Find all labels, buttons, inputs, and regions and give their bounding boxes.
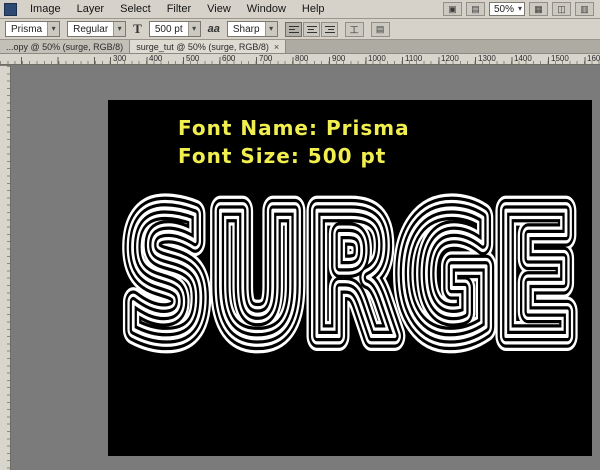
ruler-label: 1300 — [478, 54, 496, 63]
menu-window[interactable]: Window — [239, 1, 294, 17]
ruler-label: 1500 — [551, 54, 569, 63]
workspace: Font Name: Prisma Font Size: 500 pt SURG… — [0, 66, 600, 470]
font-size-icon: T — [133, 21, 142, 37]
tab-title: surge_tut @ 50% (surge, RGB/8) — [136, 42, 269, 52]
launch-bridge-icon[interactable]: ▣ — [443, 2, 462, 16]
horizontal-ruler: 300 400 500 600 700 800 900 1000 1100 12… — [0, 54, 600, 65]
menu-help[interactable]: Help — [294, 1, 333, 17]
font-style-value: Regular — [68, 24, 113, 35]
font-family-value: Prisma — [6, 24, 47, 35]
document-canvas[interactable]: Font Name: Prisma Font Size: 500 pt SURG… — [108, 100, 592, 456]
tab-title: ...opy @ 50% (surge, RGB/8) — [6, 42, 123, 52]
menu-image[interactable]: Image — [22, 1, 69, 17]
chevron-down-icon: ▾ — [113, 22, 125, 36]
menu-filter[interactable]: Filter — [159, 1, 199, 17]
menu-view[interactable]: View — [199, 1, 239, 17]
warp-text-icon[interactable]: 工 — [345, 22, 364, 37]
align-center-button[interactable] — [303, 22, 320, 37]
ruler-label: 700 — [259, 54, 272, 63]
workspace-switcher-icon[interactable]: ▥ — [575, 2, 594, 16]
ruler-label: 500 — [186, 54, 199, 63]
app-bar-tools: ▣ ▤ 50% ▾ ▦ ◫ ▥ — [443, 2, 596, 16]
ruler-label: 1100 — [405, 54, 422, 63]
font-size-select[interactable]: 500 pt ▾ — [149, 21, 201, 37]
vertical-ruler — [0, 66, 11, 470]
svg-text:SURGE: SURGE — [124, 176, 576, 377]
chevron-down-icon: ▾ — [47, 22, 59, 36]
ruler-label: 600 — [222, 54, 235, 63]
align-right-button[interactable] — [321, 22, 338, 37]
align-left-button[interactable] — [285, 22, 302, 37]
annotation-font-name: Font Name: Prisma — [178, 116, 410, 140]
chevron-down-icon: ▾ — [518, 5, 522, 13]
document-tab-active[interactable]: surge_tut @ 50% (surge, RGB/8) × — [130, 40, 286, 53]
menu-bar: Image Layer Select Filter View Window He… — [0, 0, 600, 19]
ruler-label: 300 — [113, 54, 126, 63]
photoshop-window: Image Layer Select Filter View Window He… — [0, 0, 600, 470]
chevron-down-icon: ▾ — [265, 22, 277, 36]
font-family-select[interactable]: Prisma ▾ — [5, 21, 60, 37]
zoom-level-value: 50% — [494, 4, 514, 15]
ruler-label: 400 — [149, 54, 162, 63]
arrange-documents-icon[interactable]: ▦ — [529, 2, 548, 16]
ruler-label: 900 — [332, 54, 345, 63]
toggle-palettes-icon[interactable]: ▤ — [371, 22, 390, 37]
screen-mode-icon[interactable]: ◫ — [552, 2, 571, 16]
menu-layer[interactable]: Layer — [69, 1, 113, 17]
options-bar: Prisma ▾ Regular ▾ T 500 pt ▾ aa Sharp ▾… — [0, 19, 600, 40]
zoom-level-input[interactable]: 50% ▾ — [489, 2, 525, 16]
ruler-label: 1600 — [587, 54, 600, 63]
document-tab-inactive[interactable]: ...opy @ 50% (surge, RGB/8) — [0, 40, 130, 53]
text-align-group — [285, 22, 338, 37]
font-style-select[interactable]: Regular ▾ — [67, 21, 126, 37]
anti-alias-select[interactable]: Sharp ▾ — [227, 21, 278, 37]
ruler-label: 1400 — [514, 54, 532, 63]
document-tab-bar: ...opy @ 50% (surge, RGB/8) surge_tut @ … — [0, 40, 600, 54]
anti-alias-icon: aa — [208, 23, 220, 35]
annotation-font-size: Font Size: 500 pt — [178, 144, 386, 168]
ruler-label: 1200 — [441, 54, 459, 63]
app-icon — [4, 3, 17, 16]
close-icon[interactable]: × — [274, 42, 279, 52]
font-size-value: 500 pt — [150, 24, 188, 35]
chevron-down-icon: ▾ — [188, 22, 200, 36]
menu-select[interactable]: Select — [112, 1, 159, 17]
view-extras-icon[interactable]: ▤ — [466, 2, 485, 16]
anti-alias-value: Sharp — [228, 24, 265, 35]
ruler-label: 1000 — [368, 54, 386, 63]
ruler-label: 800 — [295, 54, 308, 63]
headline-text-art: SURGE SURGE SURGE SURGE SURGE — [108, 186, 592, 416]
